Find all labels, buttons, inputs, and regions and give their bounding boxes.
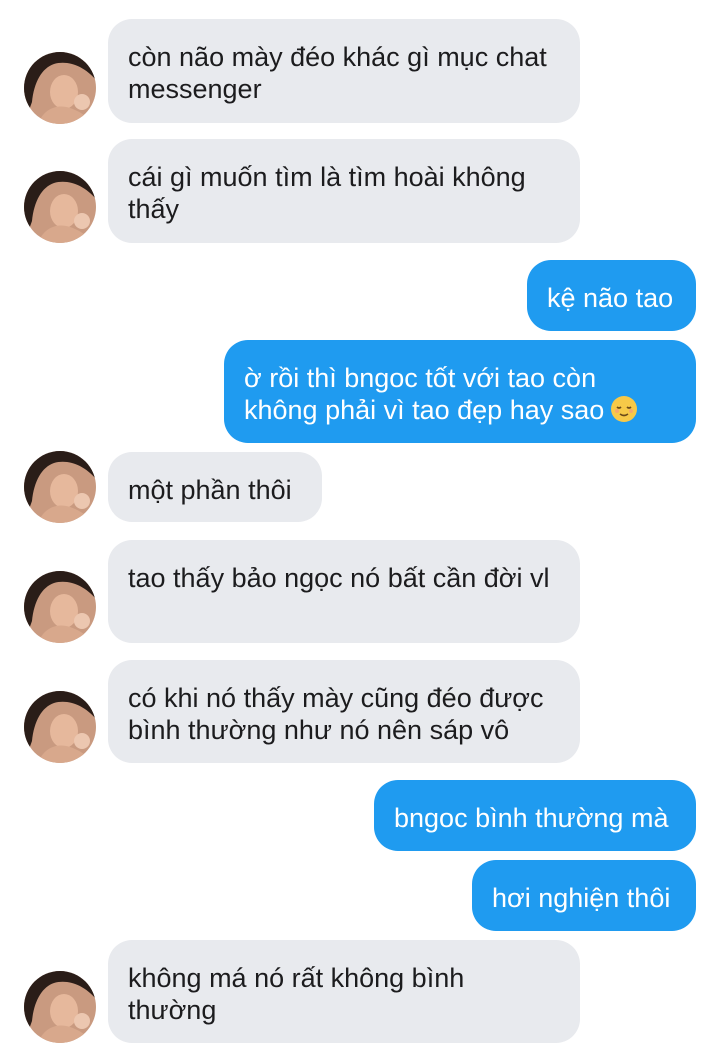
message-text: kệ não tao bbox=[547, 283, 674, 313]
contact-avatar[interactable] bbox=[24, 52, 96, 124]
incoming-message-bubble[interactable]: cái gì muốn tìm là tìm hoài không thấy bbox=[108, 139, 580, 243]
message-text: có khi nó thấy mày cũng đéo được bình th… bbox=[128, 683, 544, 745]
relieved-face-emoji-icon bbox=[611, 396, 638, 422]
message-text: không má nó rất không bình thường bbox=[128, 963, 465, 1025]
incoming-message-bubble[interactable]: một phần thôi bbox=[108, 452, 322, 522]
outgoing-message-bubble[interactable]: bngoc bình thường mà bbox=[374, 780, 696, 851]
contact-avatar[interactable] bbox=[24, 451, 96, 523]
outgoing-message-bubble[interactable]: kệ não tao bbox=[527, 260, 696, 331]
chat-thread: còn não mày đéo khác gì mục chat messeng… bbox=[0, 0, 720, 1054]
contact-avatar[interactable] bbox=[24, 571, 96, 643]
incoming-message-bubble[interactable]: tao thấy bảo ngọc nó bất cần đời vl bbox=[108, 540, 580, 643]
message-text: cái gì muốn tìm là tìm hoài không thấy bbox=[128, 162, 526, 224]
outgoing-message-bubble[interactable]: ờ rồi thì bngoc tốt với tao còn không ph… bbox=[224, 340, 696, 443]
contact-avatar[interactable] bbox=[24, 691, 96, 763]
message-text: bngoc bình thường mà bbox=[394, 803, 669, 833]
message-text: ờ rồi thì bngoc tốt với tao còn không ph… bbox=[244, 363, 605, 425]
message-text: tao thấy bảo ngọc nó bất cần đời vl bbox=[128, 563, 550, 593]
incoming-message-bubble[interactable]: không má nó rất không bình thường bbox=[108, 940, 580, 1043]
contact-avatar[interactable] bbox=[24, 171, 96, 243]
message-text: hơi nghiện thôi bbox=[492, 883, 671, 913]
outgoing-message-bubble[interactable]: hơi nghiện thôi bbox=[472, 860, 696, 931]
message-text: còn não mày đéo khác gì mục chat messeng… bbox=[128, 42, 547, 104]
message-text: một phần thôi bbox=[128, 475, 292, 505]
incoming-message-bubble[interactable]: còn não mày đéo khác gì mục chat messeng… bbox=[108, 19, 580, 123]
contact-avatar[interactable] bbox=[24, 971, 96, 1043]
incoming-message-bubble[interactable]: có khi nó thấy mày cũng đéo được bình th… bbox=[108, 660, 580, 763]
